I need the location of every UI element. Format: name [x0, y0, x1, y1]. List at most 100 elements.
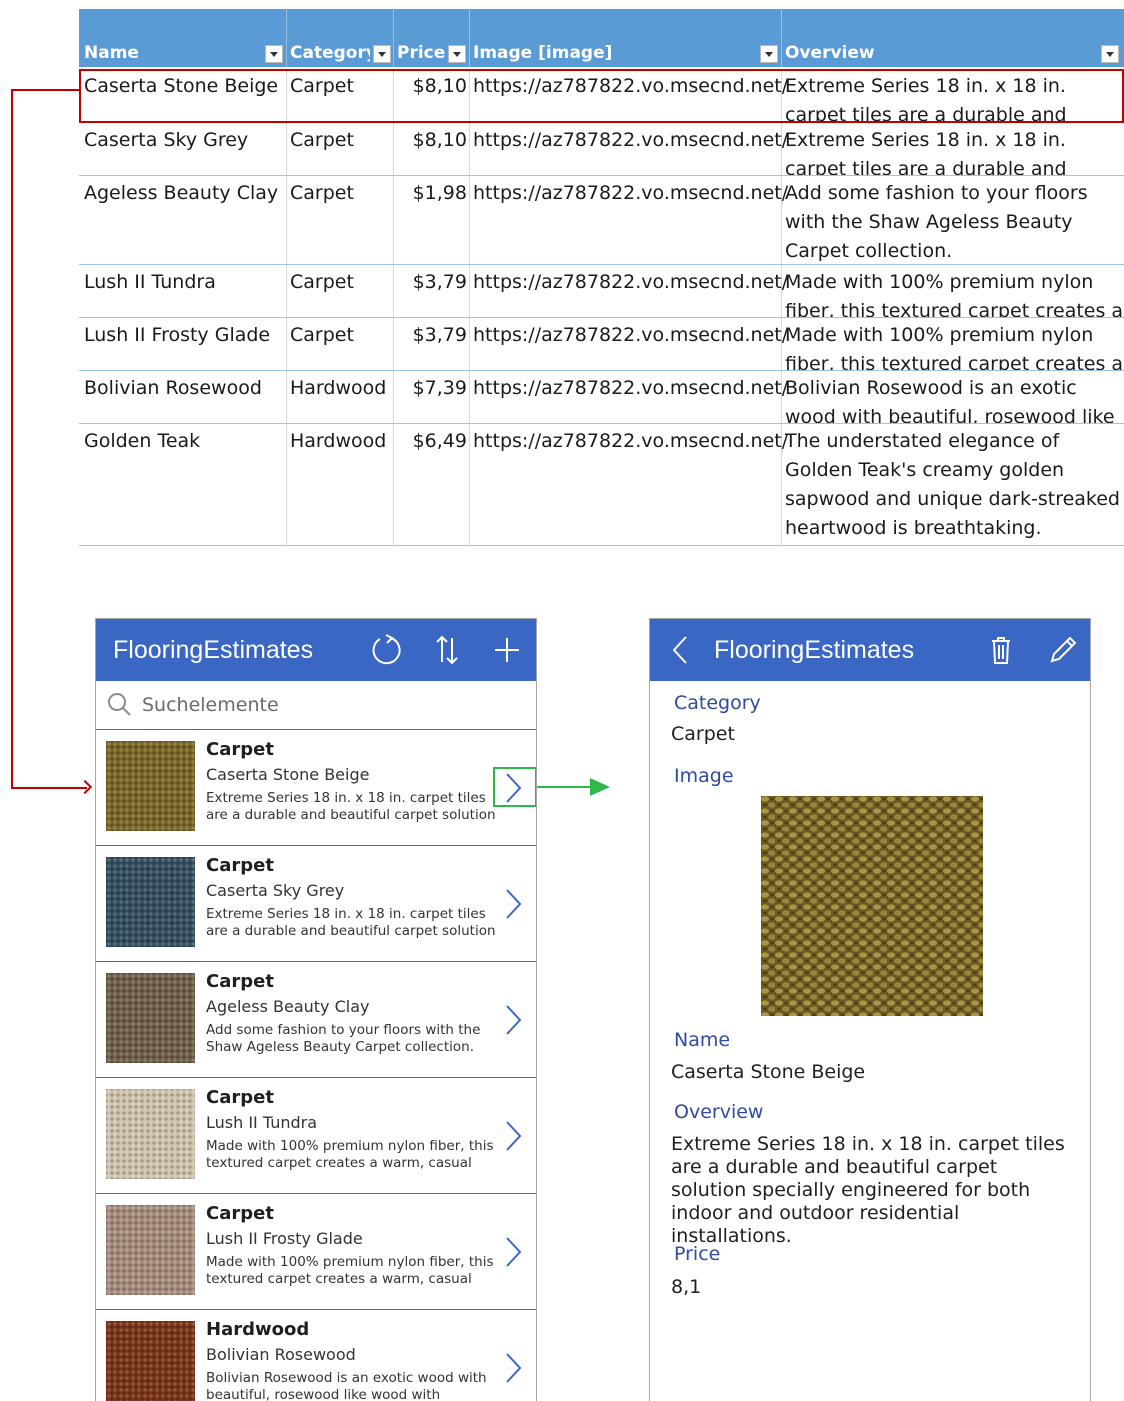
product-thumbnail	[106, 1321, 195, 1401]
category-value: Carpet	[671, 723, 735, 745]
item-overview: Made with 100% premium nylon fiber, this…	[206, 1138, 494, 1174]
refresh-icon[interactable]	[369, 633, 403, 667]
gallery-item[interactable]: Carpet Lush II Tundra Made with 100% premi…	[96, 1078, 536, 1194]
connector-arrow-icon	[77, 779, 93, 795]
column-header-image: Image [image]	[473, 43, 613, 63]
add-icon[interactable]	[490, 633, 524, 667]
filter-dropdown-icon[interactable]	[373, 45, 391, 63]
item-name: Ageless Beauty Clay	[206, 997, 370, 1016]
item-name: Lush II Frosty Glade	[206, 1229, 363, 1248]
item-category: Carpet	[206, 971, 274, 992]
table-row[interactable]: Caserta Sky Grey Carpet $8,10 https://az787…	[79, 123, 1124, 176]
item-category: Carpet	[206, 1087, 274, 1108]
column-header-category: Category	[290, 43, 370, 63]
name-label: Name	[674, 1029, 731, 1051]
table-row[interactable]: Ageless Beauty Clay Carpet $1,98 https://az…	[79, 176, 1124, 265]
edit-icon[interactable]	[1046, 633, 1080, 667]
sort-icon[interactable]	[430, 633, 464, 667]
product-thumbnail	[106, 1089, 195, 1179]
column-header-name: Name	[84, 43, 139, 63]
table-row[interactable]: Lush II Frosty Glade Carpet $3,79 https://a…	[79, 318, 1124, 371]
price-value: 8,1	[671, 1276, 702, 1298]
app-title: FlooringEstimates	[113, 636, 314, 664]
chevron-right-icon[interactable]	[498, 1232, 528, 1272]
gallery-item[interactable]: Carpet Lush II Frosty Glade Made with 100%…	[96, 1194, 536, 1310]
delete-icon[interactable]	[984, 633, 1018, 667]
spreadsheet-table: Name Category Price Image [image] Overvi…	[79, 9, 1124, 67]
table-cell-price: $3,79	[412, 271, 467, 293]
filter-dropdown-icon[interactable]	[265, 45, 283, 63]
table-cell-overview: Extreme Series 18 in. x 18 in. carpet ti…	[785, 129, 1067, 176]
table-cell-price: $8,10	[412, 129, 467, 151]
navigation-arrow-icon	[590, 778, 610, 796]
filter-dropdown-icon[interactable]	[760, 45, 778, 63]
product-thumbnail	[106, 1205, 195, 1295]
table-cell-category: Carpet	[290, 129, 354, 151]
table-cell-name: Lush II Tundra	[84, 271, 216, 293]
table-cell-name: Caserta Stone Beige	[84, 75, 279, 97]
table-cell-image: https://az787822.vo.msecnd.net/	[473, 430, 789, 452]
detail-screen: FlooringEstimates Category Carpet Image …	[649, 618, 1091, 1401]
gallery-item[interactable]: Hardwood Bolivian Rosewood Bolivian Rosewo…	[96, 1310, 536, 1401]
table-cell-category: Carpet	[290, 182, 354, 204]
table-row[interactable]: Lush II Tundra Carpet $3,79 https://az78782…	[79, 265, 1124, 318]
table-cell-name: Bolivian Rosewood	[84, 377, 262, 399]
table-cell-overview: The understated elegance of Golden Teak'…	[785, 430, 1120, 539]
product-image	[761, 796, 983, 1016]
price-label: Price	[674, 1243, 721, 1265]
table-cell-category: Carpet	[290, 324, 354, 346]
search-input[interactable]	[142, 690, 502, 720]
table-row[interactable]: Caserta Stone Beige Carpet $8,10 https://az…	[79, 69, 1124, 123]
column-header-overview: Overview	[785, 43, 875, 63]
item-name: Bolivian Rosewood	[206, 1345, 356, 1364]
table-cell-image: https://az787822.vo.msecnd.net/	[473, 182, 789, 204]
table-cell-name: Golden Teak	[84, 430, 201, 452]
name-value: Caserta Stone Beige	[671, 1061, 866, 1083]
chevron-right-icon[interactable]	[498, 1348, 528, 1388]
connector-line	[11, 787, 87, 789]
overview-value: Extreme Series 18 in. x 18 in. carpet ti…	[671, 1133, 1065, 1247]
table-row[interactable]: Bolivian Rosewood Hardwood $7,39 https://az…	[79, 371, 1124, 424]
chevron-right-icon[interactable]	[498, 1116, 528, 1156]
table-cell-price: $3,79	[412, 324, 467, 346]
table-cell-overview: Made with 100% premium nylon fiber, this…	[785, 324, 1124, 371]
table-cell-overview: Bolivian Rosewood is an exotic wood with…	[785, 377, 1115, 424]
back-icon[interactable]	[664, 633, 698, 667]
browse-screen: FlooringEstimates Carpet Caserta Stone Be…	[95, 618, 537, 1401]
chevron-right-icon[interactable]	[498, 884, 528, 924]
table-cell-category: Hardwood	[290, 430, 387, 452]
browse-titlebar: FlooringEstimates	[96, 619, 536, 681]
gallery-item[interactable]: Carpet Caserta Sky Grey Extreme Series 18 …	[96, 846, 536, 962]
filter-dropdown-icon[interactable]	[448, 45, 466, 63]
chevron-right-icon[interactable]	[498, 1000, 528, 1040]
table-cell-name: Caserta Sky Grey	[84, 129, 249, 151]
table-cell-image: https://az787822.vo.msecnd.net/	[473, 324, 789, 346]
item-category: Carpet	[206, 739, 274, 760]
item-name: Caserta Stone Beige	[206, 765, 370, 784]
search-icon	[106, 691, 132, 717]
table-cell-image: https://az787822.vo.msecnd.net/	[473, 129, 789, 151]
table-header-row: Name Category Price Image [image] Overvi…	[79, 9, 1124, 67]
table-cell-category: Carpet	[290, 271, 354, 293]
item-overview: Made with 100% premium nylon fiber, this…	[206, 1254, 494, 1290]
table-cell-overview: Extreme Series 18 in. x 18 in. carpet ti…	[785, 75, 1067, 123]
item-category: Carpet	[206, 855, 274, 876]
table-cell-price: $1,98	[412, 182, 467, 204]
table-cell-image: https://az787822.vo.msecnd.net/	[473, 75, 789, 97]
search-bar	[96, 681, 536, 730]
table-row[interactable]: Golden Teak Hardwood $6,49 https://az787822…	[79, 424, 1124, 546]
gallery-item[interactable]: Carpet Ageless Beauty Clay Add some fashio…	[96, 962, 536, 1078]
table-cell-name: Lush II Frosty Glade	[84, 324, 271, 346]
table-cell-name: Ageless Beauty Clay	[84, 182, 279, 204]
filter-dropdown-icon[interactable]	[1101, 45, 1119, 63]
table-cell-overview: Add some fashion to your floors with the…	[785, 182, 1088, 262]
app-title: FlooringEstimates	[714, 636, 915, 664]
navigation-arrow-line	[537, 786, 595, 788]
product-thumbnail	[106, 741, 195, 831]
gallery-item[interactable]: Carpet Caserta Stone Beige Extreme Series …	[96, 730, 536, 846]
item-overview: Extreme Series 18 in. x 18 in. carpet ti…	[206, 906, 496, 942]
item-category: Carpet	[206, 1203, 274, 1224]
table-cell-image: https://az787822.vo.msecnd.net/	[473, 377, 789, 399]
table-cell-price: $7,39	[412, 377, 467, 399]
table-cell-image: https://az787822.vo.msecnd.net/	[473, 271, 789, 293]
